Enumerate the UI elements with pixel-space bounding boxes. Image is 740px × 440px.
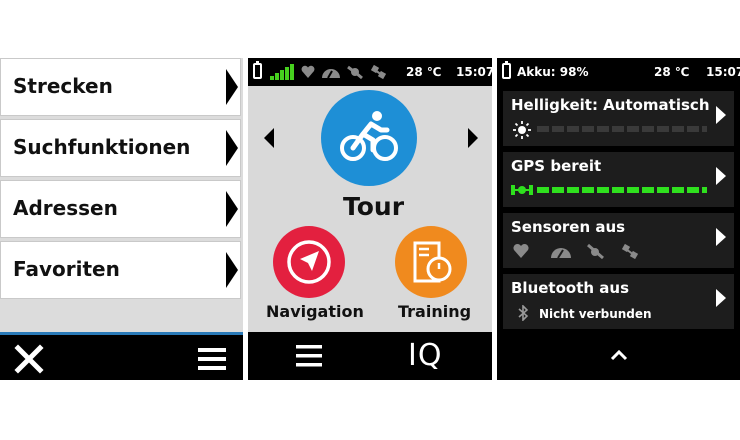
navigation-app-button[interactable] — [273, 226, 345, 298]
temperature: 28 ℃ — [406, 65, 442, 79]
sensors-card[interactable]: Sensoren aus — [503, 213, 734, 268]
connect-iq-button[interactable]: IQ — [408, 338, 442, 373]
close-icon[interactable] — [14, 344, 44, 374]
gps-signal-bar — [537, 187, 707, 193]
gps-title: GPS bereit — [511, 157, 602, 175]
bottom-bar — [497, 332, 740, 380]
next-arrow-icon[interactable] — [468, 128, 478, 148]
home-screen: 28 ℃ 15:07 Tour Navigation Training IQ — [248, 58, 492, 380]
compass-arrow-icon — [287, 240, 331, 284]
bluetooth-card[interactable]: Bluetooth aus Nicht verbunden — [503, 274, 734, 329]
battery-icon — [502, 61, 511, 79]
heart-icon — [301, 65, 315, 78]
chevron-right-icon — [226, 252, 238, 288]
chevron-right-icon — [716, 106, 726, 124]
list-item-strecken[interactable]: Strecken — [0, 58, 241, 116]
navigation-app-label: Navigation — [266, 302, 364, 321]
status-bar: 28 ℃ 15:07 — [248, 58, 492, 86]
status-screen: Akku: 98% 28 ℃ 15:07 Helligkeit: Automat… — [497, 58, 740, 380]
training-app-label: Training — [398, 302, 472, 321]
list-item-label: Favoriten — [13, 257, 120, 281]
list-item-adressen[interactable]: Adressen — [0, 180, 241, 238]
tour-app-button[interactable] — [321, 90, 417, 186]
sensor-status-icons — [301, 64, 387, 80]
clock: 15:07 — [706, 65, 740, 79]
menu-icon[interactable] — [296, 345, 322, 367]
bluetooth-title: Bluetooth aus — [511, 279, 630, 297]
chevron-right-icon — [716, 228, 726, 246]
bicycle-icon — [340, 111, 398, 161]
chevron-right-icon — [716, 289, 726, 307]
status-bar: Akku: 98% 28 ℃ 15:07 — [497, 58, 740, 86]
tour-app-label: Tour — [343, 192, 405, 221]
signal-strength-icon — [270, 64, 296, 80]
list-item-favoriten[interactable]: Favoriten — [0, 241, 241, 299]
brightness-card[interactable]: Helligkeit: Automatisch — [503, 91, 734, 146]
gps-card[interactable]: GPS bereit — [503, 152, 734, 207]
menu-list-screen: Strecken Suchfunktionen Adressen Favorit… — [0, 58, 243, 380]
chevron-up-icon[interactable] — [610, 349, 628, 361]
sun-icon — [513, 121, 531, 139]
sensor-icons — [513, 243, 639, 259]
temperature: 28 ℃ — [654, 65, 690, 79]
bluetooth-icon — [518, 305, 529, 321]
chevron-right-icon — [716, 167, 726, 185]
chevron-right-icon — [226, 69, 238, 105]
training-app-button[interactable] — [395, 226, 467, 298]
chevron-right-icon — [226, 130, 238, 166]
heart-icon — [513, 243, 529, 258]
sensors-title: Sensoren aus — [511, 218, 626, 236]
list-item-label: Adressen — [13, 196, 118, 220]
previous-arrow-icon[interactable] — [264, 128, 274, 148]
menu-icon[interactable] — [198, 347, 226, 371]
battery-level: Akku: 98% — [517, 65, 589, 79]
bottom-bar: IQ — [248, 332, 492, 380]
chevron-right-icon — [226, 191, 238, 227]
battery-icon — [253, 61, 262, 79]
list-item-suchfunktionen[interactable]: Suchfunktionen — [0, 119, 241, 177]
brightness-title: Helligkeit: Automatisch — [511, 96, 710, 114]
list-item-label: Suchfunktionen — [13, 135, 191, 159]
brightness-level-bar[interactable] — [537, 126, 707, 132]
list-item-label: Strecken — [13, 74, 113, 98]
satellite-icon — [511, 185, 533, 195]
bluetooth-status: Nicht verbunden — [539, 307, 652, 321]
bottom-bar — [0, 332, 243, 380]
stopwatch-icon — [413, 241, 452, 283]
clock: 15:07 — [456, 65, 492, 79]
